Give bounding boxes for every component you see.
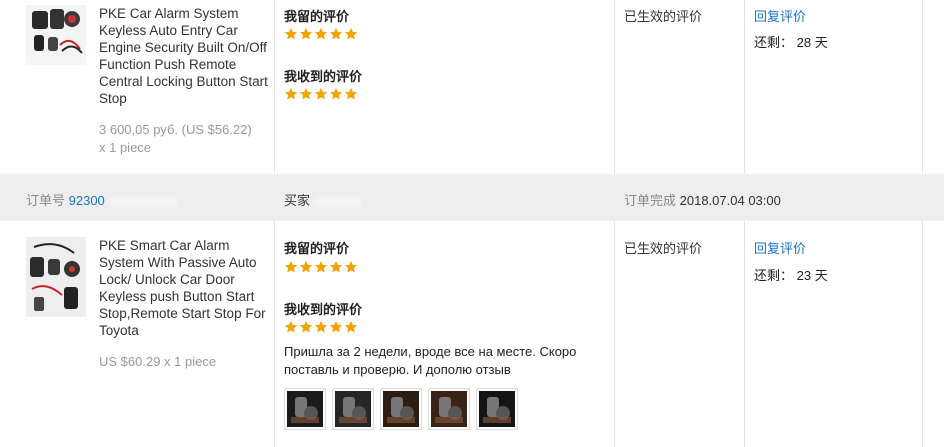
received-rating-stars [284, 320, 359, 334]
star-icon [329, 320, 344, 334]
my-rating-stars [284, 27, 359, 41]
redacted-mask [108, 196, 179, 207]
quantity-text: x 1 piece [99, 140, 152, 155]
order-number-label: 订单号 [26, 193, 66, 208]
star-icon [329, 260, 344, 274]
feedback-photo-thumbnail[interactable] [332, 388, 374, 430]
star-icon [284, 87, 299, 101]
order-number: 订单号 92300 [26, 190, 179, 209]
product-title[interactable]: PKE Car Alarm System Keyless Auto Entry … [99, 5, 269, 107]
buyer-label: 买家 [284, 193, 311, 208]
remaining-days: 28 天 [796, 35, 828, 50]
product-title[interactable]: PKE Smart Car Alarm System With Passive … [99, 237, 269, 339]
order-completed: 订单完成 2018.07.04 03:00 [624, 190, 781, 209]
buyer-info: 买家 [284, 190, 362, 209]
reply-feedback-link[interactable]: 回复评价 [754, 238, 806, 257]
star-icon [329, 27, 344, 41]
star-icon [344, 27, 359, 41]
remaining-label: 还剩： [754, 35, 794, 50]
star-icon [344, 320, 359, 334]
feedback-photo-thumbnail[interactable] [380, 388, 422, 430]
order-row-2: PKE Smart Car Alarm System With Passive … [0, 221, 944, 447]
remaining-time: 还剩： 28 天 [754, 32, 828, 51]
star-icon [299, 260, 314, 274]
column-divider [274, 221, 275, 447]
received-rating-stars [284, 87, 359, 101]
redacted-mask [313, 196, 362, 207]
star-icon [284, 27, 299, 41]
completed-datetime: 2018.07.04 03:00 [679, 193, 781, 208]
feedback-comment: Пришла за 2 недели, вроде все на месте. … [284, 344, 577, 377]
my-feedback-label: 我留的评价 [284, 9, 350, 24]
feedback-status: 已生效的评价 [624, 241, 703, 256]
star-icon [314, 27, 329, 41]
remaining-label: 还剩： [754, 268, 794, 283]
price-text: 3 600,05 руб. (US $56.22) [99, 122, 252, 137]
remaining-days: 23 天 [796, 268, 828, 283]
order-number-value[interactable]: 92300 [69, 193, 105, 208]
star-icon [344, 260, 359, 274]
product-thumbnail[interactable] [26, 237, 86, 317]
product-price: US $60.29 x 1 piece [99, 354, 217, 369]
star-icon [329, 87, 344, 101]
received-feedback-label: 我收到的评价 [284, 69, 363, 84]
star-icon [314, 320, 329, 334]
star-icon [299, 27, 314, 41]
star-icon [314, 87, 329, 101]
column-divider [922, 0, 923, 174]
my-rating-stars [284, 260, 359, 274]
column-divider [922, 221, 923, 447]
my-feedback-label: 我留的评价 [284, 241, 350, 256]
received-feedback-label: 我收到的评价 [284, 302, 363, 317]
feedback-status: 已生效的评价 [624, 9, 703, 24]
star-icon [299, 87, 314, 101]
order-row-1: PKE Car Alarm System Keyless Auto Entry … [0, 0, 944, 174]
column-divider [744, 0, 745, 174]
column-divider [614, 0, 615, 174]
star-icon [299, 320, 314, 334]
feedback-photos [284, 388, 518, 430]
feedback-photo-thumbnail[interactable] [476, 388, 518, 430]
feedback-photo-thumbnail[interactable] [284, 388, 326, 430]
column-divider [274, 0, 275, 174]
star-icon [284, 320, 299, 334]
reply-feedback-link[interactable]: 回复评价 [754, 6, 806, 25]
column-divider [744, 221, 745, 447]
product-price: 3 600,05 руб. (US $56.22) x 1 piece [99, 121, 269, 157]
product-thumbnail[interactable] [26, 5, 86, 65]
star-icon [284, 260, 299, 274]
remaining-time: 还剩： 23 天 [754, 265, 828, 284]
star-icon [344, 87, 359, 101]
feedback-photo-thumbnail[interactable] [428, 388, 470, 430]
order-info-bar: 订单号 92300 买家 订单完成 2018.07.04 03:00 [0, 174, 944, 221]
star-icon [314, 260, 329, 274]
column-divider [614, 221, 615, 447]
completed-label: 订单完成 [624, 193, 677, 208]
